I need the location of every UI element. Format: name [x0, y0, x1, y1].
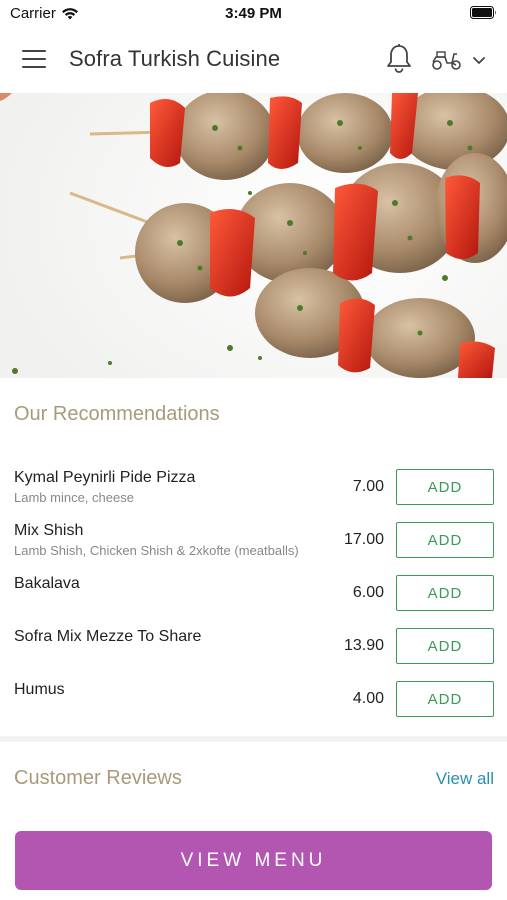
hero-illustration	[0, 93, 507, 378]
menu-item: Humus 4.00 ADD	[0, 681, 507, 734]
menu-item-price: 4.00	[352, 690, 384, 707]
add-button[interactable]: ADD	[396, 522, 494, 558]
hamburger-menu-button[interactable]	[22, 48, 48, 70]
menu-item-description: Lamb Shish, Chicken Shish & 2xkofte (mea…	[14, 543, 299, 558]
section-divider	[0, 736, 507, 742]
menu-item: Kymal Peynirli Pide Pizza Lamb mince, ch…	[0, 469, 507, 522]
reviews-heading: Customer Reviews	[14, 767, 182, 789]
menu-item-name: Mix Shish	[14, 522, 84, 539]
battery-icon	[470, 6, 496, 19]
delivery-scooter-icon[interactable]	[431, 49, 463, 71]
status-bar: Carrier 3:49 PM	[0, 0, 507, 26]
view-all-reviews-link[interactable]: View all	[436, 769, 494, 789]
navbar: Sofra Turkish Cuisine	[0, 26, 507, 93]
chevron-down-icon[interactable]	[471, 53, 487, 67]
menu-item: Bakalava 6.00 ADD	[0, 575, 507, 628]
menu-item-name: Sofra Mix Mezze To Share	[14, 628, 202, 645]
menu-item-price: 7.00	[352, 478, 384, 495]
menu-item-price: 13.90	[343, 637, 384, 654]
menu-item-price: 17.00	[343, 531, 384, 548]
status-time: 3:49 PM	[225, 5, 282, 22]
hero-image	[0, 93, 507, 378]
add-button[interactable]: ADD	[396, 628, 494, 664]
menu-item-name: Humus	[14, 681, 65, 698]
menu-item-name: Bakalava	[14, 575, 80, 592]
menu-item: Sofra Mix Mezze To Share 13.90 ADD	[0, 628, 507, 681]
add-button[interactable]: ADD	[396, 469, 494, 505]
recommendations-heading: Our Recommendations	[14, 403, 220, 425]
menu-item-description: Lamb mince, cheese	[14, 490, 134, 505]
page-title: Sofra Turkish Cuisine	[69, 46, 281, 71]
menu-item: Mix Shish Lamb Shish, Chicken Shish & 2x…	[0, 522, 507, 575]
view-menu-button[interactable]: VIEW MENU	[15, 831, 492, 890]
bell-icon[interactable]	[385, 43, 413, 75]
menu-item-name: Kymal Peynirli Pide Pizza	[14, 469, 196, 486]
add-button[interactable]: ADD	[396, 681, 494, 717]
add-button[interactable]: ADD	[396, 575, 494, 611]
menu-item-price: 6.00	[352, 584, 384, 601]
